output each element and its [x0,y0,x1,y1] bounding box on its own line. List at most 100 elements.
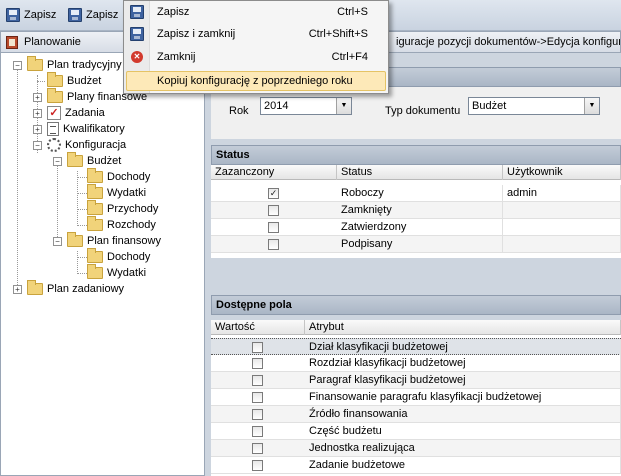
table-row[interactable]: Jednostka realizująca [211,440,621,457]
year-label: Rok [229,105,249,117]
row-checkbox[interactable] [252,460,263,471]
save-close-button[interactable]: Zapisz [68,6,118,24]
tree-item-label: Plan zadaniowy [47,283,125,295]
chevron-down-icon[interactable]: ▼ [584,98,599,114]
table-row[interactable]: Zamknięty [211,202,621,219]
gear-icon [47,138,61,152]
year-select[interactable]: 2014 ▼ [260,97,352,115]
table-row[interactable]: Podpisany [211,236,621,253]
tree-item-zadania[interactable]: ✓ Zadania [47,105,105,121]
attribute-cell: Część budżetu [305,423,621,440]
folder-icon [87,200,103,215]
table-row[interactable]: Część budżetu [211,423,621,440]
expand-toggle[interactable]: + [13,285,22,294]
table-row[interactable]: Zatwierdzony [211,219,621,236]
menu-item-copy-config[interactable]: Kopiuj konfigurację z poprzedniego roku [124,70,388,92]
tree-item-label: Budżet [67,75,102,87]
tree-item-wydatki[interactable]: Wydatki [87,184,147,201]
doc-type-label: Typ dokumentu [385,105,461,117]
tree-item-rozchody[interactable]: Rozchody [87,216,156,233]
row-checkbox[interactable] [252,375,263,386]
table-row[interactable]: Finansowanie paragrafu klasyfikacji budż… [211,389,621,406]
table-row[interactable]: Zadanie budżetowe [211,457,621,474]
menu-item-close[interactable]: ✕ Zamknij Ctrl+F4 [124,46,388,68]
row-checkbox[interactable] [268,205,279,216]
row-checkbox[interactable] [252,426,263,437]
tree-item-label: Budżet [87,155,122,167]
tree-item-label: Konfiguracja [65,139,127,151]
status-grid: Zazanczony Status Użytkownik ✓ Roboczy a… [211,165,621,258]
collapse-toggle[interactable]: − [53,237,62,246]
tree-item-konfiguracja-budzet[interactable]: Budżet [67,152,122,169]
column-header-attribute[interactable]: Atrybut [305,320,621,335]
menu-item-shortcut: Ctrl+S [337,6,368,18]
status-title: Status [216,149,250,161]
attribute-cell: Paragraf klasyfikacji budżetowej [305,372,621,389]
row-checkbox[interactable] [252,358,263,369]
save-icon [68,8,82,22]
tree-item-dochody[interactable]: Dochody [87,168,151,185]
tree-item-label: Wydatki [107,187,147,199]
table-row[interactable]: Źródło finansowania [211,406,621,423]
save-button[interactable]: Zapisz [6,6,56,24]
menu-item-label: Zapisz [157,6,190,18]
save-icon [6,8,20,22]
tree-item-label: Plan finansowy [87,235,161,247]
row-checkbox[interactable]: ✓ [268,188,279,199]
tree-item-budzet[interactable]: Budżet [47,72,102,89]
tree-item-label: Dochody [107,251,151,263]
save-icon [130,27,144,41]
tree-item-konfiguracja[interactable]: Konfiguracja [47,137,126,153]
table-row[interactable]: Dział klasyfikacji budżetowej [211,338,621,356]
folder-icon [87,216,103,231]
menu-item-save-close[interactable]: Zapisz i zamknij Ctrl+Shift+S [124,23,388,45]
status-grid-header: Zazanczony Status Użytkownik [211,165,621,180]
folder-icon [67,232,83,247]
expand-toggle[interactable]: + [33,125,42,134]
fields-section-title: Dostępne pola [211,295,621,315]
column-header-user[interactable]: Użytkownik [503,165,621,180]
collapse-toggle[interactable]: − [33,141,42,150]
folder-icon [27,280,43,295]
tree-item-przychody[interactable]: Przychody [87,200,159,217]
column-header-status[interactable]: Status [337,165,503,180]
attribute-cell: Zadanie budżetowe [305,457,621,474]
tree-item-pf-dochody[interactable]: Dochody [87,248,151,265]
tree-item-label: Przychody [107,203,159,215]
row-checkbox[interactable] [268,239,279,250]
table-row[interactable]: Rozdział klasyfikacji budżetowej [211,355,621,372]
expand-toggle[interactable]: + [33,109,42,118]
user-cell [503,236,621,253]
row-checkbox[interactable] [252,342,263,353]
user-cell: admin [503,185,621,202]
tree-item-label: Wydatki [107,267,147,279]
row-checkbox[interactable] [252,409,263,420]
year-select-value: 2014 [264,100,289,112]
tree-item-plan-tradycyjny[interactable]: Plan tradycyjny [27,56,122,73]
tree-item-label: Dochody [107,171,151,183]
expand-toggle[interactable]: + [33,93,42,102]
doc-type-select-value: Budżet [472,100,507,112]
row-checkbox[interactable] [252,443,263,454]
row-checkbox[interactable] [252,392,263,403]
status-section-title: Status [211,145,621,165]
doc-type-select[interactable]: Budżet ▼ [468,97,600,115]
collapse-toggle[interactable]: − [53,157,62,166]
tree-item-kwalifikatory[interactable]: Kwalifikatory [47,121,125,137]
collapse-toggle[interactable]: − [13,61,22,70]
table-row[interactable]: ✓ Roboczy admin [211,185,621,202]
user-cell [503,202,621,219]
chevron-down-icon[interactable]: ▼ [336,98,351,114]
attribute-cell: Źródło finansowania [305,406,621,423]
menu-item-save[interactable]: Zapisz Ctrl+S [124,1,388,23]
tree-item-plan-zadaniowy[interactable]: Plan zadaniowy [27,280,125,297]
column-header-checked[interactable]: Zazanczony [211,165,337,180]
tree-item-pf-wydatki[interactable]: Wydatki [87,264,147,281]
column-header-value[interactable]: Wartość [211,320,305,335]
table-row[interactable]: Paragraf klasyfikacji budżetowej [211,372,621,389]
tree-item-plan-finansowy[interactable]: Plan finansowy [67,232,161,249]
row-checkbox[interactable] [268,222,279,233]
checklist-icon: ✓ [47,106,61,120]
attribute-cell: Rozdział klasyfikacji budżetowej [305,355,621,372]
status-cell: Roboczy [337,185,503,202]
